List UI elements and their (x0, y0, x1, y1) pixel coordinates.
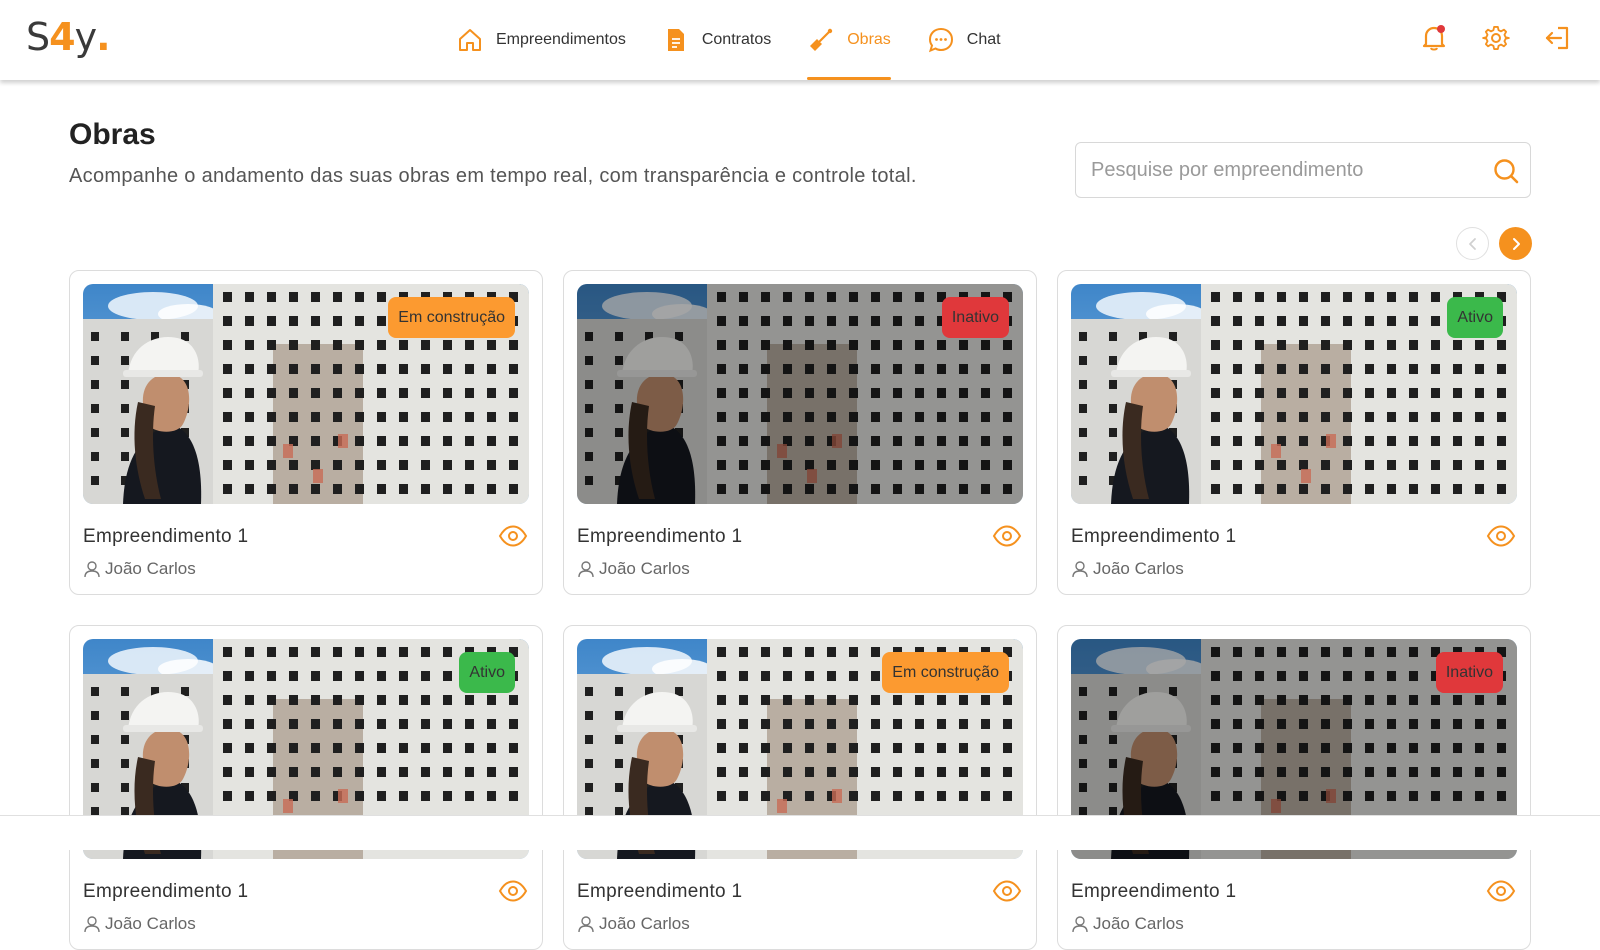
view-eye-icon[interactable] (992, 878, 1022, 904)
obra-owner: João Carlos (577, 914, 690, 934)
search-icon[interactable] (1492, 157, 1520, 185)
obra-name: Empreendimento 1 (83, 881, 249, 902)
obra-owner: João Carlos (83, 559, 196, 579)
status-badge: Em construção (388, 297, 515, 338)
user-icon (83, 560, 101, 578)
obra-name: Empreendimento 1 (1071, 881, 1237, 902)
chevron-left-icon (1468, 237, 1476, 250)
owner-name: João Carlos (1093, 559, 1184, 578)
nav-label: Chat (966, 31, 1001, 48)
header-actions (1388, 22, 1574, 54)
nav-label: Contratos (701, 31, 772, 48)
bell-icon[interactable] (1418, 22, 1450, 54)
obra-name: Empreendimento 1 (577, 526, 743, 547)
search-box (1075, 142, 1531, 198)
previous-button[interactable] (1456, 227, 1489, 260)
s4y-logo[interactable]: S4y. (26, 12, 111, 62)
nav-label: Obras (847, 31, 891, 48)
obra-name: Empreendimento 1 (1071, 526, 1237, 547)
nav-item-contratos[interactable]: Contratos (662, 0, 771, 80)
view-eye-icon[interactable] (1486, 878, 1516, 904)
main-nav: Empreendimentos Contratos Obras Chat (456, 0, 1037, 80)
user-icon (83, 915, 101, 933)
chevron-right-icon (1512, 237, 1520, 250)
obra-owner: João Carlos (577, 559, 690, 579)
obra-card[interactable]: Inativo Empreendimento 1 João Carlos (1057, 625, 1531, 950)
status-badge: Inativo (941, 297, 1009, 338)
owner-name: João Carlos (105, 914, 196, 933)
view-eye-icon[interactable] (992, 523, 1022, 549)
nav-label: Empreendimentos (496, 31, 626, 48)
carousel-pager (1456, 227, 1542, 260)
obra-owner: João Carlos (1071, 559, 1184, 579)
top-navbar: S4y. Empreendimentos Contratos Obras Cha… (0, 0, 1600, 80)
obra-name: Empreendimento 1 (83, 526, 249, 547)
user-icon (1071, 560, 1089, 578)
user-icon (577, 915, 595, 933)
obra-photo: Em construção (83, 284, 529, 504)
obra-card[interactable]: Ativo Empreendimento 1 João Carlos (69, 625, 543, 950)
nav-item-empreendimentos[interactable]: Empreendimentos (456, 0, 626, 80)
obra-photo: Inativo (577, 284, 1023, 504)
page-subtitle: Acompanhe o andamento das suas obras em … (69, 165, 917, 187)
page-bottom-edge (0, 815, 1600, 850)
user-icon (577, 560, 595, 578)
gear-icon[interactable] (1480, 22, 1512, 54)
status-badge: Ativo (1447, 297, 1503, 338)
status-badge: Ativo (459, 652, 515, 693)
next-button[interactable] (1499, 227, 1532, 260)
home-icon (456, 26, 484, 54)
nav-item-chat[interactable]: Chat (927, 0, 1001, 80)
obra-card[interactable]: Inativo Empreendimento 1 João Carlos (563, 270, 1037, 595)
owner-name: João Carlos (599, 559, 690, 578)
trowel-icon (807, 26, 835, 54)
owner-name: João Carlos (1093, 914, 1184, 933)
status-badge: Em construção (882, 652, 1009, 693)
user-icon (1071, 915, 1089, 933)
logout-icon[interactable] (1542, 22, 1574, 54)
view-eye-icon[interactable] (498, 878, 528, 904)
obra-card[interactable]: Em construção Empreendimento 1 João Carl… (69, 270, 543, 595)
obra-owner: João Carlos (1071, 914, 1184, 934)
view-eye-icon[interactable] (498, 523, 528, 549)
status-badge: Inativo (1435, 652, 1503, 693)
page-title: Obras (69, 118, 156, 151)
chat-icon (927, 26, 955, 54)
obra-name: Empreendimento 1 (577, 881, 743, 902)
obra-owner: João Carlos (83, 914, 196, 934)
owner-name: João Carlos (105, 559, 196, 578)
owner-name: João Carlos (599, 914, 690, 933)
nav-item-obras[interactable]: Obras (807, 0, 891, 80)
search-input[interactable] (1076, 143, 1466, 197)
document-icon (662, 26, 690, 54)
view-eye-icon[interactable] (1486, 523, 1516, 549)
obra-photo: Ativo (1071, 284, 1517, 504)
obra-card[interactable]: Ativo Empreendimento 1 João Carlos (1057, 270, 1531, 595)
obra-card[interactable]: Em construção Empreendimento 1 João Carl… (563, 625, 1037, 950)
